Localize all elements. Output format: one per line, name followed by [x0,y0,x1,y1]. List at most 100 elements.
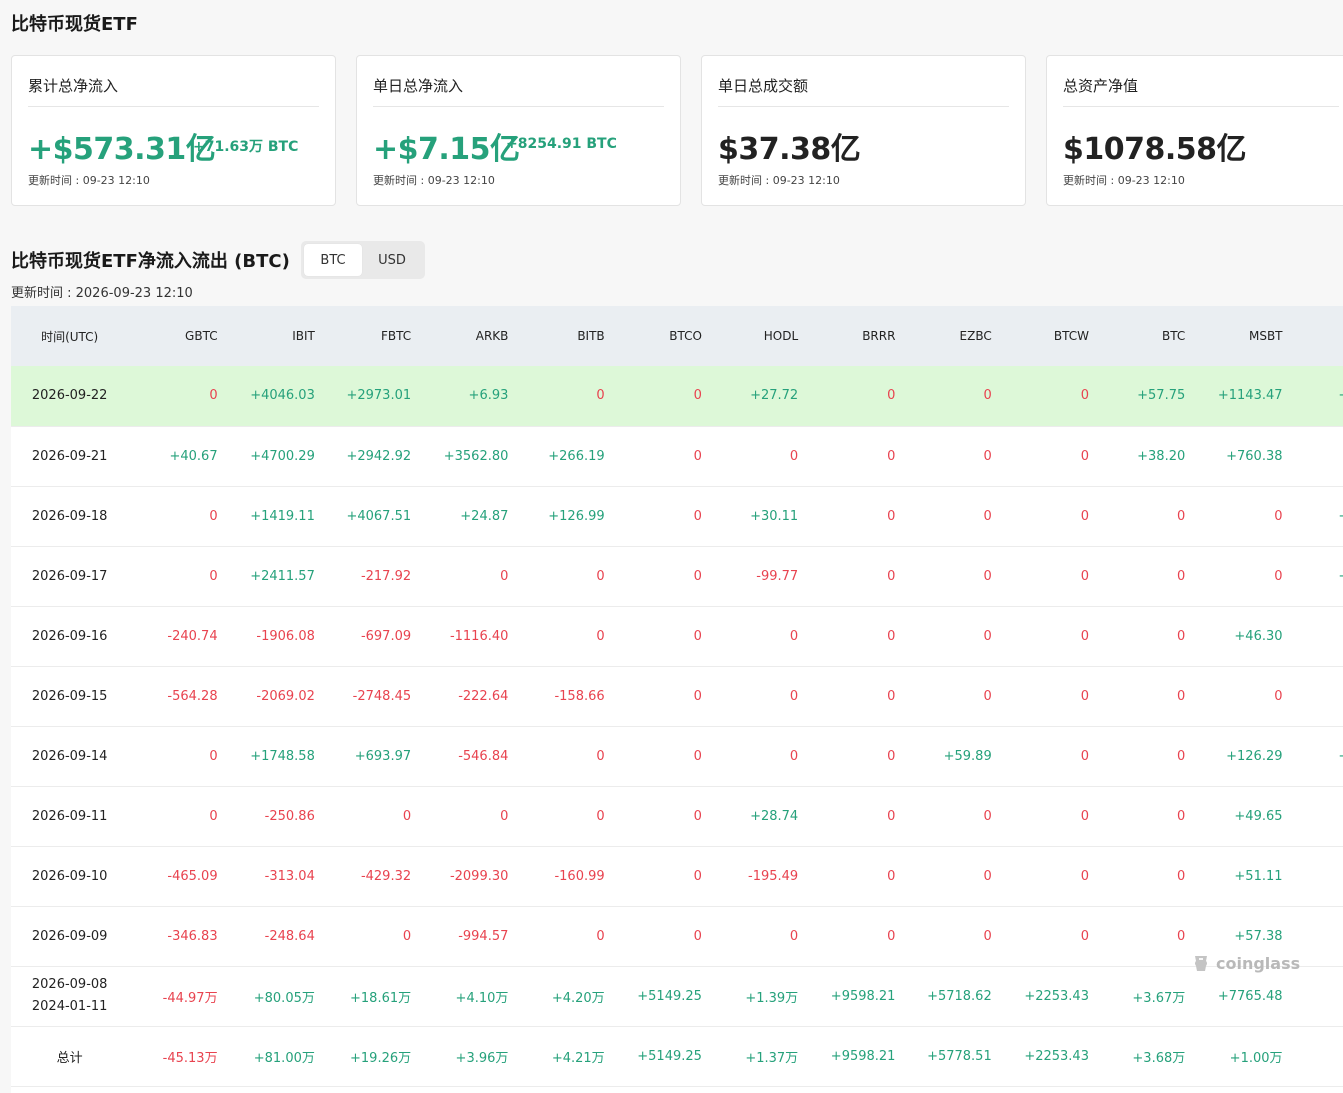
card-divider [373,106,664,107]
flow-cell: 0 [516,906,613,967]
flow-cell: 0 [1193,546,1291,607]
column-header[interactable]: BRRR [806,306,903,366]
flow-cell: -346.83 [128,906,226,967]
flow-cell: 0 [1193,486,1291,547]
flow-cell: -195.49 [709,846,807,907]
coinglass-watermark: coinglass [1190,952,1300,974]
column-header[interactable]: MSBT [1193,306,1290,366]
watermark-text: coinglass [1216,953,1301,973]
flow-cell: -250.86 [225,786,323,847]
flow-cell: 0 [903,366,1000,427]
column-header[interactable]: HODL [710,306,806,366]
flow-cell: +8254.91 [1290,366,1343,427]
flow-cell: +4067.51 [322,486,420,547]
toggle-usd-button[interactable]: USD [363,244,421,276]
flow-cell: +80.05万 [225,966,323,1027]
flow-cell: +49.65 [1193,786,1291,847]
flow-cell: -697.09 [322,606,420,667]
card-value: +$573.31亿 [28,132,216,167]
card-divider [28,106,319,107]
column-header[interactable]: GBTC [128,306,225,366]
flow-cell: -429.32 [322,846,420,907]
flow-cell: +5668.59 [1290,486,1343,547]
flow-cell: +4.20万 [516,966,613,1027]
column-header[interactable]: BTCW [1000,306,1097,366]
card-label: 累计总净流入 [28,77,119,95]
column-header[interactable]: ARKB [419,306,516,366]
card-divider [718,106,1009,107]
flow-cell: 0 [806,546,904,607]
date-cell: 2026-09-17 [11,546,129,607]
card-daily-volume: 单日总成交额 $37.38亿 更新时间 : 09-23 12:10 [701,55,1026,206]
flow-cell: 0 [903,546,1000,607]
flow-cell: 0 [999,786,1097,847]
flow-cell: -3612.12 [1290,846,1343,907]
section-title: 比特币现货ETF净流入流出 (BTC) [11,251,290,272]
flow-cell: +3562.80 [419,426,517,487]
table-row: 2026-09-14 0 +1748.58 +693.97 -546.84 0 0 0 0 +59… [11,726,1343,787]
column-header[interactable]: EZBC [903,306,999,366]
flow-cell: +1.39万 [709,966,807,1027]
flow-cell: 0 [516,366,613,427]
flow-cell: +5718.62 [903,966,1000,1027]
flow-cell: +3.67万 [1096,966,1194,1027]
flow-cell: 0 [999,906,1097,967]
table-row: 2026-09-18 0 +1419.11 +4067.51 +24.87 +126.99… [11,486,1343,547]
column-header[interactable]: 时间(UTC) [11,306,128,366]
column-header[interactable]: IBIT [226,306,323,366]
toggle-btc-button[interactable]: BTC [304,244,362,276]
flow-cell: +2081.89 [1290,726,1343,787]
flow-cell: +1748.58 [225,726,323,787]
column-header[interactable]: BITB [516,306,612,366]
date-cell: 2026-09-21 [11,426,129,487]
flow-cell: 0 [612,546,710,607]
flow-cell: -546.84 [419,726,517,787]
unit-toggle: BTC USD [301,241,425,279]
flow-cell: 0 [1096,546,1194,607]
flow-cell: +9598.21 [806,966,904,1027]
flow-cell: 0 [612,486,710,547]
flow-cell: 0 [903,426,1000,487]
flow-cell: 0 [128,786,226,847]
flow-cell: +2942.92 [322,426,420,487]
flow-cell: 0 [806,666,904,727]
column-header[interactable]: BTC [1097,306,1193,366]
flow-cell: -994.57 [419,906,517,967]
table-row: 2026-09-17 0 +2411.57 -217.92 0 0 0 -99.77 0 0 0 0 0… [11,546,1343,607]
flow-cell: +59.89 [903,726,1000,787]
table-row: 2026-09-08 2024-01-11 -44.97万 +80.05万 +18.61… [11,966,1343,1027]
flow-cell: -222.64 [419,666,517,727]
flow-cell: 0 [903,666,1000,727]
flow-cell: +3.68万 [1096,1026,1194,1087]
flow-cell: 0 [612,786,710,847]
flow-cell: 0 [903,606,1000,667]
flow-cell: -313.04 [225,846,323,907]
flow-cell: 0 [516,786,613,847]
flow-cell: 0 [1096,606,1194,667]
flow-cell: +5149.25 [612,1026,710,1087]
flow-cell: 0 [1096,726,1194,787]
flow-cell: 0 [806,366,904,427]
etf-flow-table[interactable]: 时间(UTC) GBTC IBIT FBTC ARKB BITB BTCO HODL BRRR E… [11,306,1343,1093]
flow-cell: 0 [516,606,613,667]
date-range-cell: 2026-09-08 2024-01-11 [11,966,129,1027]
flow-cell: 0 [709,726,807,787]
column-header[interactable]: 总计 [1291,306,1343,366]
card-label: 单日总成交额 [718,77,809,95]
card-value: +$7.15亿 [373,132,520,167]
date-end: 2024-01-11 [31,999,108,1014]
flow-cell: -1116.40 [419,606,517,667]
date-cell: 2026-09-18 [11,486,129,547]
column-header[interactable]: FBTC [323,306,419,366]
flow-cell: -465.09 [128,846,226,907]
table-row: 2026-09-16 -240.74 -1906.08 -697.09 -1116.40… [11,606,1343,667]
flow-cell: +7765.48 [1193,966,1291,1027]
date-cell: 2026-09-22 [11,366,129,427]
flow-cell: 0 [999,606,1097,667]
table-total-row: 总计 -45.13万 +81.00万 +19.26万 +3.96万 +4.21万 +5149… [11,1026,1343,1087]
flow-cell: 0 [516,546,613,607]
flow-cell: -5763.05 [1290,666,1343,727]
column-header[interactable]: BTCO [613,306,710,366]
flow-cell: 0 [128,486,226,547]
card-cumulative-inflow: 累计总净流入 +$573.31亿 +71.63万 BTC 更新时间 : 09-2… [11,55,336,206]
